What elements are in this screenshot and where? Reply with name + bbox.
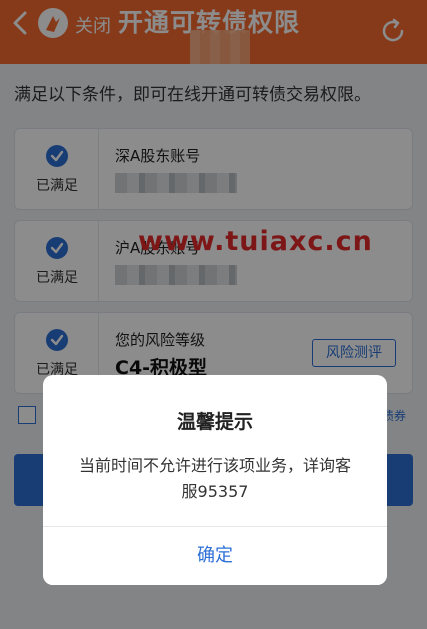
- confirm-button[interactable]: 确定: [43, 527, 387, 585]
- dialog-message: 当前时间不允许进行该项业务，详询客服95357: [78, 456, 351, 501]
- alert-dialog: 温馨提示 当前时间不允许进行该项业务，详询客服95357 确定: [43, 375, 387, 585]
- dialog-title: 温馨提示: [176, 411, 253, 433]
